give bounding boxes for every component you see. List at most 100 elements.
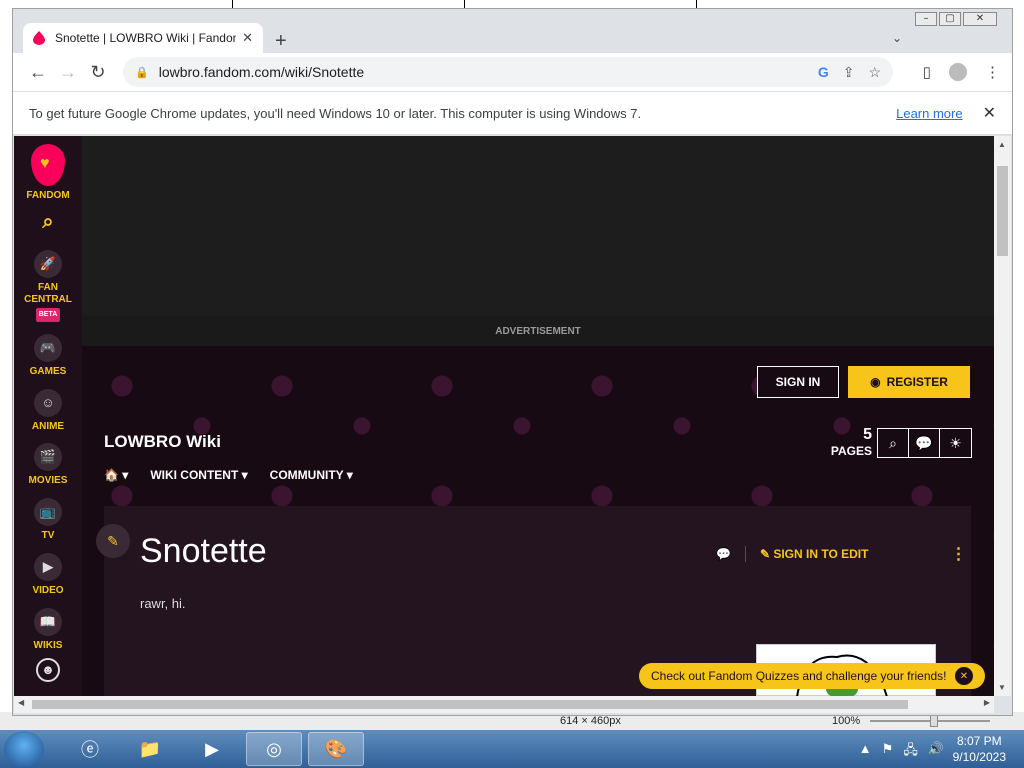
gamepad-icon: 🎮 (34, 334, 62, 362)
lock-icon[interactable]: 🔒 (135, 66, 149, 79)
start-orb-icon[interactable] (4, 731, 44, 767)
scroll-right-icon[interactable]: ▶ (984, 698, 990, 707)
register-button[interactable]: ◉ REGISTER (848, 366, 970, 398)
sidebar-item-fan-central[interactable]: 🚀 FAN CENTRAL BETA (14, 250, 82, 322)
horizontal-scroll-thumb[interactable] (32, 700, 908, 709)
tab-close-icon[interactable]: ✕ (242, 30, 253, 46)
clapper-icon: 🎬 (34, 443, 62, 471)
forward-arrow-icon[interactable]: → (53, 62, 83, 83)
new-tab-button[interactable]: + (275, 30, 287, 53)
chrome-icon[interactable]: ◎ (246, 732, 302, 766)
sidebar-item-label: FAN CENTRAL (24, 282, 72, 305)
update-infobar: To get future Google Chrome updates, you… (13, 91, 1012, 135)
nav-wiki-content[interactable]: WIKI CONTENT ▾ (150, 468, 247, 482)
ie-icon[interactable]: ⓔ (62, 732, 118, 766)
book-icon: 📖 (34, 608, 62, 636)
anime-face-icon: ☺ (34, 389, 62, 417)
pages-number: 5 (863, 426, 872, 443)
wiki-header: SIGN IN ◉ REGISTER LOWBRO Wiki 5 PAGES ⌕… (82, 346, 994, 696)
tab-title: Snotette | LOWBRO Wiki | Fandom (55, 31, 237, 45)
fandom-sidebar: FANDOM ⌕ 🚀 FAN CENTRAL BETA 🎮 GAMES ☺ AN… (14, 136, 82, 696)
tab-snotette[interactable]: Snotette | LOWBRO Wiki | Fandom ✕ (23, 23, 263, 53)
sidebar-item-label: VIDEO (32, 585, 64, 596)
theme-toggle-icon[interactable]: ☀ (940, 429, 971, 457)
discussions-icon[interactable]: 💬 (909, 429, 940, 457)
windows-taskbar: ⓔ 📁 ▶ ◎ 🎨 ▲ ⚑ 🖧 🔊 8:07 PM 9/10/2023 (0, 730, 1024, 768)
page-viewport: FANDOM ⌕ 🚀 FAN CENTRAL BETA 🎮 GAMES ☺ AN… (14, 136, 994, 696)
sidebar-item-label: TV (41, 530, 55, 541)
toast-close-icon[interactable]: ✕ (955, 667, 973, 685)
vertical-scrollbar[interactable]: ▲ ▼ (994, 136, 1011, 696)
user-circle-icon: ◉ (870, 375, 881, 389)
toast-message: Check out Fandom Quizzes and challenge y… (651, 669, 947, 683)
fandom-logo-label: FANDOM (26, 190, 70, 201)
infobar-close-icon[interactable]: ✕ (983, 103, 996, 123)
profile-avatar-icon[interactable] (949, 63, 967, 81)
fandom-flame-icon (31, 144, 65, 186)
volume-icon[interactable]: 🔊 (928, 741, 944, 763)
zoom-slider-thumb[interactable] (930, 715, 938, 727)
pages-label: PAGES (830, 444, 872, 458)
register-label: REGISTER (886, 375, 948, 389)
sidebar-item-anime[interactable]: ☺ ANIME (14, 389, 82, 433)
sidebar-item-label: ANIME (31, 421, 65, 432)
tray-expand-icon[interactable]: ▲ (859, 741, 872, 763)
advertisement-label: ADVERTISEMENT (495, 326, 581, 337)
sidebar-account-icon[interactable]: ☻ (14, 658, 82, 686)
image-size-readout: 614 × 460px (560, 715, 621, 727)
bookmark-star-icon[interactable]: ☆ (868, 64, 881, 81)
search-icon[interactable]: ⌕ (878, 429, 909, 457)
url-text[interactable]: lowbro.fandom.com/wiki/Snotette (159, 64, 804, 80)
kebab-menu-icon[interactable]: ⋮ (985, 63, 1000, 81)
sidebar-search-icon[interactable]: ⌕ (14, 212, 82, 232)
fandom-favicon-icon (33, 31, 45, 45)
network-icon[interactable]: 🖧 (903, 741, 918, 763)
edit-pencil-icon[interactable]: ✎ (96, 524, 130, 558)
sign-in-to-edit-button[interactable]: ✎ SIGN IN TO EDIT (760, 547, 869, 561)
learn-more-link[interactable]: Learn more (896, 106, 962, 121)
comment-icon[interactable]: 💬 (716, 547, 731, 561)
paint-icon[interactable]: 🎨 (308, 732, 364, 766)
clock[interactable]: 8:07 PM 9/10/2023 (953, 733, 1006, 765)
reload-icon[interactable]: ↻ (83, 62, 113, 83)
horizontal-scrollbar[interactable]: ◀ ▶ (14, 696, 994, 713)
sidebar-item-label: WIKIS (33, 640, 63, 648)
sidebar-item-video[interactable]: ▶ VIDEO (14, 553, 82, 597)
address-bar[interactable]: 🔒 lowbro.fandom.com/wiki/Snotette G ⇪ ☆ (123, 57, 893, 87)
action-center-icon[interactable]: ⚑ (882, 741, 894, 763)
sign-in-button[interactable]: SIGN IN (757, 366, 839, 398)
tab-strip: Snotette | LOWBRO Wiki | Fandom ✕ + ⌄ (13, 21, 1012, 53)
explorer-folder-icon[interactable]: 📁 (122, 732, 178, 766)
back-arrow-icon[interactable]: ← (23, 62, 53, 83)
scroll-left-icon[interactable]: ◀ (18, 698, 24, 707)
tab-search-chevron-icon[interactable]: ⌄ (892, 31, 902, 45)
share-icon[interactable]: ⇪ (843, 64, 855, 81)
sidebar-item-wikis[interactable]: 📖 WIKIS (14, 608, 82, 648)
side-panel-icon[interactable]: ▯ (923, 63, 931, 81)
sidebar-item-movies[interactable]: 🎬 MOVIES (14, 443, 82, 487)
google-lens-icon[interactable]: G (818, 64, 829, 80)
fandom-logo[interactable]: FANDOM (14, 144, 82, 202)
sidebar-item-games[interactable]: 🎮 GAMES (14, 334, 82, 378)
vertical-scroll-thumb[interactable] (997, 166, 1008, 256)
page-title: Snotette (140, 532, 267, 570)
sidebar-item-tv[interactable]: 📺 TV (14, 498, 82, 542)
media-player-icon[interactable]: ▶ (184, 732, 240, 766)
nav-community[interactable]: COMMUNITY ▾ (270, 468, 353, 482)
nav-home-icon[interactable]: 🏠 ▾ (104, 468, 128, 482)
ad-slot (82, 136, 994, 316)
wiki-name[interactable]: LOWBRO Wiki (104, 432, 221, 452)
wiki-nav: 🏠 ▾ WIKI CONTENT ▾ COMMUNITY ▾ (104, 468, 353, 482)
scroll-down-icon[interactable]: ▼ (998, 683, 1006, 692)
divider (744, 546, 746, 562)
clock-time: 8:07 PM (956, 734, 1002, 748)
clock-date: 9/10/2023 (952, 750, 1006, 764)
rocket-icon: 🚀 (34, 250, 62, 278)
chrome-window: – ▢ ✕ Snotette | LOWBRO Wiki | Fandom ✕ … (12, 8, 1013, 716)
scroll-up-icon[interactable]: ▲ (998, 140, 1006, 149)
more-actions-icon[interactable]: ⋮ (950, 544, 966, 564)
tv-icon: 📺 (34, 498, 62, 526)
quiz-toast[interactable]: Check out Fandom Quizzes and challenge y… (639, 663, 985, 689)
page-count: 5 PAGES (822, 426, 872, 458)
infobar-message: To get future Google Chrome updates, you… (29, 105, 642, 121)
